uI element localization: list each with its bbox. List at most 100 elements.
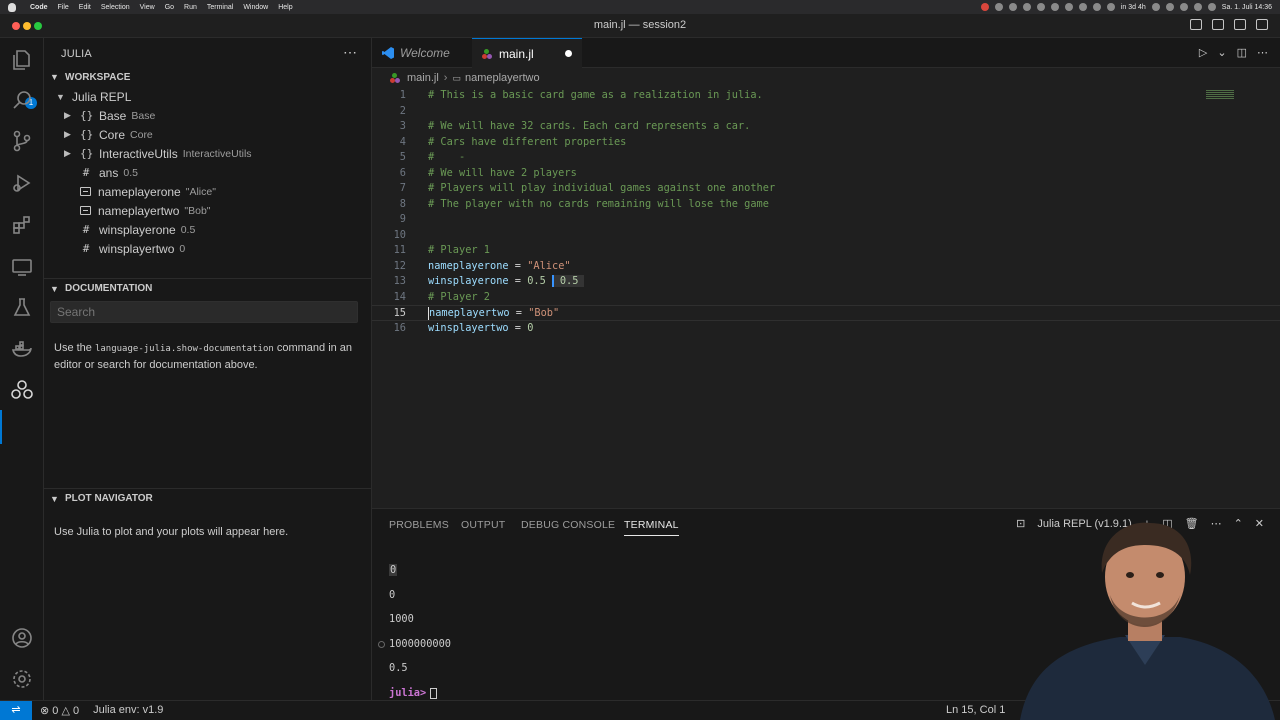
tab-debug-console[interactable]: DEBUG CONSOLE	[521, 519, 615, 531]
code-line[interactable]: 14 # Player 2	[372, 290, 1280, 306]
documentation-section-header[interactable]: ▼ DOCUMENTATION	[44, 278, 372, 298]
code-text: winsplayertwo = 0	[428, 321, 533, 337]
tab-main-jl[interactable]: main.jl	[472, 38, 582, 68]
tree-item-value: 0.5	[180, 223, 196, 236]
tray-app-icon[interactable]	[1092, 3, 1101, 11]
control-center-icon[interactable]	[1207, 3, 1216, 11]
problems-status[interactable]: ⊗ 0 △ 0	[40, 704, 79, 717]
tray-app-icon[interactable]	[1050, 3, 1059, 11]
julia-env-status[interactable]: Julia env: v1.9	[93, 704, 163, 717]
tree-item-nameplayerone[interactable]: nameplayerone "Alice"	[44, 182, 372, 201]
plot-navigator-section-header[interactable]: ▼ PLOT NAVIGATOR	[44, 488, 372, 508]
bluetooth-icon[interactable]	[1151, 3, 1160, 11]
code-line[interactable]: 12 nameplayerone = "Alice"	[372, 259, 1280, 275]
extensions-icon[interactable]	[10, 213, 34, 237]
tab-output[interactable]: OUTPUT	[461, 519, 505, 531]
tab-problems[interactable]: PROBLEMS	[389, 519, 449, 531]
code-line[interactable]: 4 # Cars have different properties	[372, 135, 1280, 151]
tree-item-base[interactable]: ▶ {} Base Base	[44, 106, 372, 125]
tab-terminal[interactable]: TERMINAL	[624, 519, 679, 536]
terminal-prompt-line[interactable]: julia>	[389, 687, 438, 699]
tab-welcome[interactable]: Welcome	[372, 38, 472, 68]
tree-item-winsplayertwo[interactable]: # winsplayertwo 0	[44, 239, 372, 258]
battery-icon[interactable]	[1165, 3, 1174, 11]
command-decoration-icon[interactable]	[378, 641, 385, 648]
code-line[interactable]: 10	[372, 228, 1280, 244]
menu-terminal[interactable]: Terminal	[207, 4, 233, 11]
more-actions-icon[interactable]: ⋯	[1257, 46, 1268, 59]
menu-selection[interactable]: Selection	[101, 4, 130, 11]
menu-file[interactable]: File	[58, 4, 69, 11]
module-braces-icon: {}	[80, 147, 94, 160]
wifi-icon[interactable]	[1179, 3, 1188, 11]
toggle-panel-icon[interactable]	[1212, 19, 1224, 30]
explorer-icon[interactable]	[10, 48, 34, 72]
menu-go[interactable]: Go	[165, 4, 174, 11]
settings-gear-icon[interactable]	[10, 667, 34, 691]
documentation-header-label: DOCUMENTATION	[65, 283, 153, 294]
more-actions-icon[interactable]: ⋯	[343, 44, 357, 61]
tree-item-core[interactable]: ▶ {} Core Core	[44, 125, 372, 144]
menu-window[interactable]: Window	[243, 4, 268, 11]
tray-app-icon[interactable]	[1036, 3, 1045, 11]
code-line[interactable]: 5 # -	[372, 150, 1280, 166]
tree-item-interactiveutils[interactable]: ▶ {} InteractiveUtils InteractiveUtils	[44, 144, 372, 163]
tray-app-icon[interactable]	[1022, 3, 1031, 11]
code-line[interactable]: 7 # Players will play individual games ag…	[372, 181, 1280, 197]
menu-run[interactable]: Run	[184, 4, 197, 11]
remote-indicator-icon[interactable]: ⇌	[0, 701, 32, 720]
search-icon[interactable]	[1193, 3, 1202, 11]
menu-help[interactable]: Help	[278, 4, 292, 11]
workspace-section-header[interactable]: ▼ WORKSPACE	[44, 67, 372, 87]
tree-item-ans[interactable]: # ans 0.5	[44, 163, 372, 182]
code-line[interactable]: 15 nameplayertwo = "Bob"	[372, 305, 1280, 321]
code-line[interactable]: 9	[372, 212, 1280, 228]
code-line[interactable]: 8 # The player with no cards remaining wi…	[372, 197, 1280, 213]
run-debug-icon[interactable]	[10, 171, 34, 195]
source-control-icon[interactable]	[10, 129, 34, 153]
code-line[interactable]: 13 winsplayerone = 0.5 0.5	[372, 274, 1280, 290]
split-editor-icon[interactable]: ◫	[1237, 46, 1247, 59]
terminal-output-line: 0.5	[389, 662, 408, 674]
code-line[interactable]: 6 # We will have 2 players	[372, 166, 1280, 182]
testing-icon[interactable]	[10, 296, 34, 320]
apple-logo-icon[interactable]	[8, 2, 16, 12]
code-line[interactable]: 16 winsplayertwo = 0	[372, 321, 1280, 337]
julia-icon[interactable]	[10, 378, 34, 402]
menu-app-name[interactable]: Code	[30, 4, 48, 11]
run-dropdown-chevron-icon[interactable]: ⌄	[1217, 46, 1226, 59]
breadcrumb-symbol[interactable]: nameplayertwo	[465, 72, 540, 84]
remote-explorer-icon[interactable]	[10, 255, 34, 279]
toggle-primary-sidebar-icon[interactable]	[1190, 19, 1202, 30]
sidebar-title: JULIA	[61, 48, 92, 60]
tray-app-icon[interactable]	[994, 3, 1003, 11]
run-file-icon[interactable]: ▷	[1199, 46, 1207, 59]
julia-prompt: julia>	[389, 687, 427, 699]
documentation-search-input[interactable]	[50, 301, 358, 323]
unsaved-dot-icon[interactable]	[565, 50, 572, 57]
record-icon[interactable]	[980, 3, 989, 11]
customize-layout-icon[interactable]	[1256, 19, 1268, 30]
menu-view[interactable]: View	[140, 4, 155, 11]
tray-app-icon[interactable]	[1078, 3, 1087, 11]
code-line[interactable]: 1 # This is a basic card game as a realiz…	[372, 88, 1280, 104]
code-editor[interactable]: 1 # This is a basic card game as a realiz…	[372, 88, 1280, 508]
cursor-position-status[interactable]: Ln 15, Col 1	[946, 704, 1005, 716]
code-line[interactable]: 2	[372, 104, 1280, 120]
tree-item-nameplayertwo[interactable]: nameplayertwo "Bob"	[44, 201, 372, 220]
tray-app-icon[interactable]	[1008, 3, 1017, 11]
calendar-icon[interactable]	[1106, 3, 1115, 11]
tree-item-winsplayerone[interactable]: # winsplayerone 0.5	[44, 220, 372, 239]
docker-icon[interactable]	[10, 338, 34, 362]
tree-item-julia-repl[interactable]: ▼ Julia REPL	[44, 87, 372, 106]
search-icon[interactable]	[10, 88, 34, 112]
accounts-icon[interactable]	[10, 626, 34, 650]
breadcrumb-file[interactable]: main.jl	[407, 72, 439, 84]
toggle-secondary-sidebar-icon[interactable]	[1234, 19, 1246, 30]
menu-bar-clock[interactable]: Sa. 1. Juli 14:36	[1222, 4, 1272, 11]
tray-app-icon[interactable]	[1064, 3, 1073, 11]
code-line[interactable]: 3 # We will have 32 cards. Each card repr…	[372, 119, 1280, 135]
calendar-countdown[interactable]: in 3d 4h	[1121, 4, 1146, 11]
code-line[interactable]: 11 # Player 1	[372, 243, 1280, 259]
menu-edit[interactable]: Edit	[79, 4, 91, 11]
